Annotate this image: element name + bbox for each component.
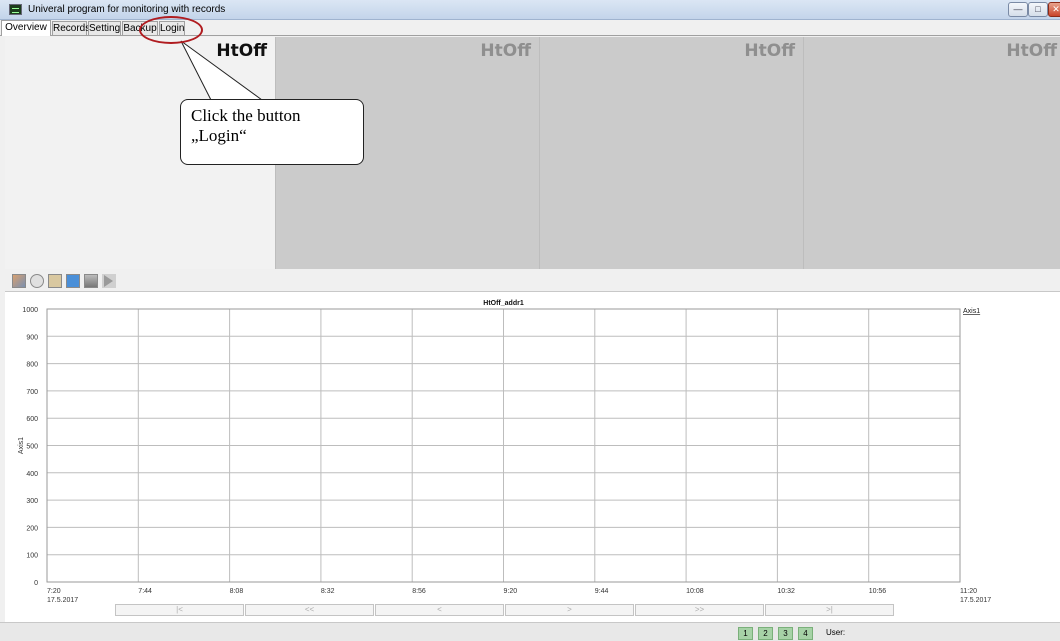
y-axis-label: Axis1 [18, 437, 25, 454]
x-tick-date-label: 17.5.2017 [960, 597, 991, 604]
x-tick-label: 9:44 [595, 588, 609, 595]
y-tick-label: 800 [26, 362, 38, 369]
x-tick-label: 7:44 [138, 588, 152, 595]
chart-title: HtOff_addr1 [483, 300, 524, 307]
x-tick-label: 10:56 [869, 588, 887, 595]
y-tick-label: 100 [26, 553, 38, 560]
x-tick-label: 9:20 [504, 588, 518, 595]
y-tick-label: 0 [34, 580, 38, 587]
nav-back-button[interactable]: < [375, 604, 504, 616]
x-tick-label: 8:32 [321, 588, 335, 595]
status-bar [0, 622, 1060, 641]
x-tick-label: 8:08 [230, 588, 244, 595]
x-tick-label: 11:20 [960, 588, 977, 595]
page-button-1[interactable]: 1 [738, 627, 753, 640]
y-tick-label: 300 [26, 498, 38, 505]
x-tick-label: 7:20 [47, 588, 61, 595]
x-tick-label: 10:08 [686, 588, 704, 595]
y-tick-label: 1000 [22, 307, 38, 314]
nav-forward-button[interactable]: > [505, 604, 634, 616]
page-button-2[interactable]: 2 [758, 627, 773, 640]
y-tick-label: 500 [26, 444, 38, 451]
legend-entry: Axis1 [963, 308, 980, 315]
y-tick-label: 700 [26, 389, 38, 396]
y-tick-label: 400 [26, 471, 38, 478]
nav-fast-back-button[interactable]: << [245, 604, 374, 616]
x-tick-label: 10:32 [777, 588, 795, 595]
user-label: User: [826, 628, 846, 637]
line-chart: 0 100 200 300 400 500 600 700 800 900 1000 7:20 17.5… [18, 300, 991, 604]
y-tick-label: 900 [26, 334, 38, 341]
x-tick-label: 8:56 [412, 588, 426, 595]
x-tick-date-label: 17.5.2017 [47, 597, 78, 604]
nav-first-button[interactable]: |< [115, 604, 244, 616]
page-button-4[interactable]: 4 [798, 627, 813, 640]
nav-fast-forward-button[interactable]: >> [635, 604, 764, 616]
y-tick-label: 200 [26, 525, 38, 532]
page-button-3[interactable]: 3 [778, 627, 793, 640]
y-tick-label: 600 [26, 416, 38, 423]
nav-last-button[interactable]: >| [765, 604, 894, 616]
